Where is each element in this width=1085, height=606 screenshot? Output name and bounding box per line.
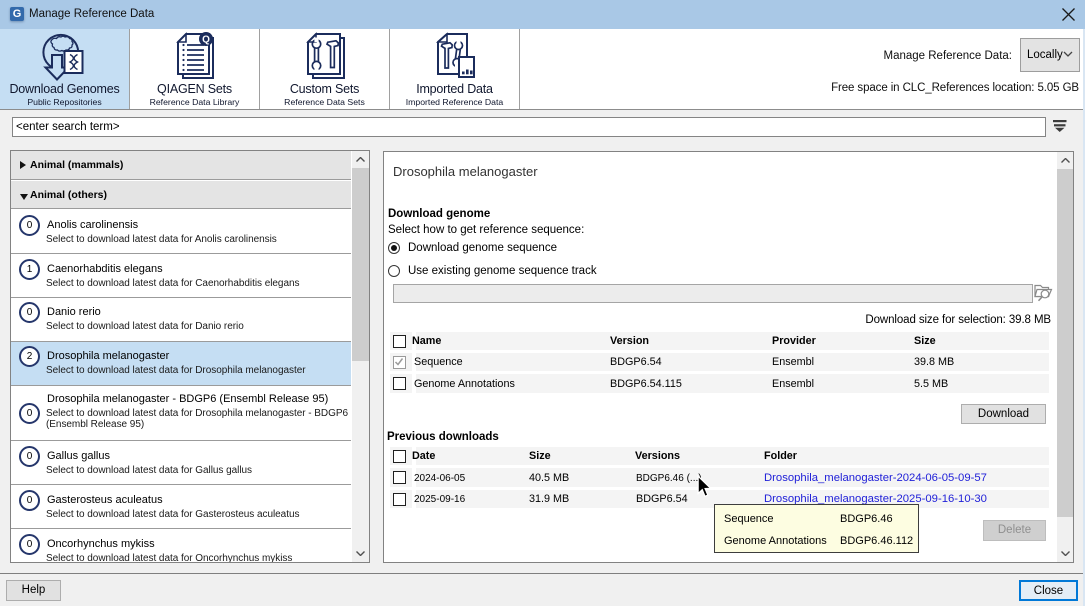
svg-text:Q: Q <box>202 35 210 46</box>
